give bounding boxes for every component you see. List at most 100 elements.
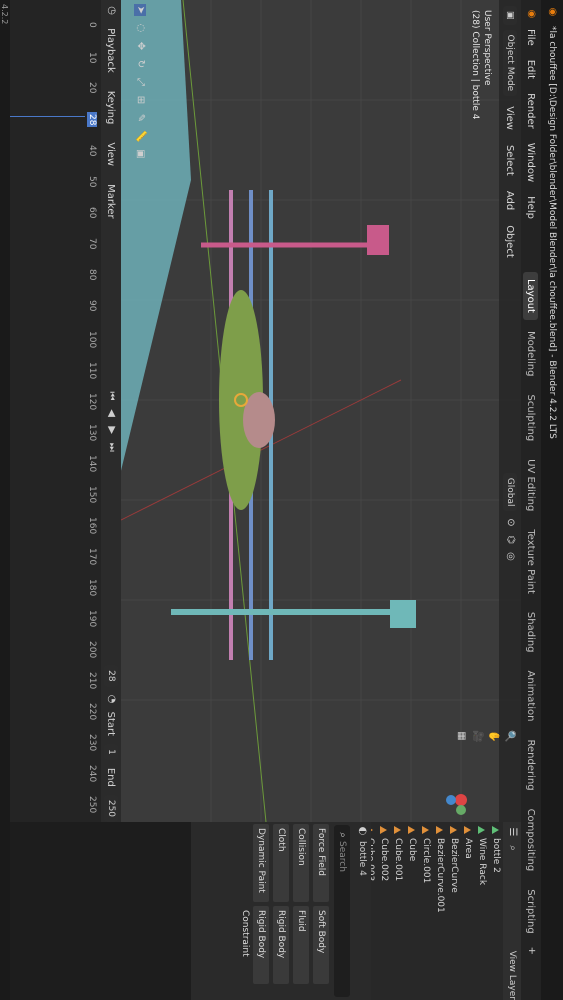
properties-search-input[interactable]: ⌕ Search — [334, 825, 350, 997]
tab-uv-editing[interactable]: UV Editing — [524, 452, 539, 518]
cursor-tool-icon[interactable]: ◌ — [134, 22, 146, 34]
pan-hand-icon[interactable]: ✋ — [487, 730, 499, 742]
tab-animation[interactable]: Animation — [524, 664, 539, 729]
outliner-item[interactable]: Area — [461, 822, 475, 1000]
physics-buttons: Force Field Soft Body Collision Fluid Cl… — [240, 822, 331, 992]
toolbar: ➤ ◌ ✥ ↻ ⤢ ⊞ ✎ 📏 ▣ — [134, 4, 146, 160]
tab-texture-paint[interactable]: Texture Paint — [524, 522, 539, 601]
dynamic-paint-button[interactable]: Dynamic Paint — [253, 824, 269, 902]
viewport-menu-view[interactable]: View — [504, 101, 517, 135]
camera-view-icon[interactable]: 🎥 — [471, 730, 483, 742]
menu-window[interactable]: Window — [525, 138, 538, 187]
collection-icon — [478, 826, 486, 834]
frame-tick: 140 — [87, 455, 97, 473]
frame-tick: 170 — [87, 548, 97, 566]
tab-compositing[interactable]: Compositing — [524, 802, 539, 879]
outliner-item[interactable]: Cube — [405, 822, 419, 1000]
outliner-search-icon[interactable]: ⌕ — [506, 842, 518, 854]
frame-tick: 210 — [87, 672, 97, 690]
select-tool-icon[interactable]: ➤ — [134, 4, 146, 16]
outliner-item[interactable]: Wine Rack — [475, 822, 489, 1000]
menu-render[interactable]: Render — [525, 88, 538, 134]
view-layer-label[interactable]: View Layer — [507, 951, 517, 1000]
perspective-toggle-icon[interactable]: ▦ — [455, 730, 467, 742]
frame-tick: 180 — [87, 579, 97, 597]
frame-tick: 250 — [87, 796, 97, 814]
play-icon[interactable]: ▶ — [105, 426, 117, 435]
viewport-menu-object[interactable]: Object — [504, 220, 517, 263]
viewport-menu-select[interactable]: Select — [504, 140, 517, 181]
jump-end-icon[interactable]: ⏭ — [105, 443, 117, 452]
frame-tick: 120 — [87, 393, 97, 411]
pivot-icon[interactable]: ⊙ — [504, 516, 516, 528]
start-label: Start — [105, 711, 117, 737]
outliner-item[interactable]: Cube.001 — [391, 822, 405, 1000]
scale-tool-icon[interactable]: ⤢ — [134, 76, 146, 88]
tab-sculpting[interactable]: Sculpting — [524, 387, 539, 448]
outliner-item[interactable]: BezierCurve — [447, 822, 461, 1000]
soft-body-button[interactable]: Soft Body — [313, 906, 329, 984]
playhead[interactable] — [0, 116, 85, 117]
collision-button[interactable]: Collision — [293, 824, 309, 902]
proportional-edit-icon[interactable]: ◎ — [504, 550, 516, 562]
annotate-tool-icon[interactable]: ✎ — [134, 112, 146, 124]
move-tool-icon[interactable]: ✥ — [134, 40, 146, 52]
current-frame-tick[interactable]: 28 — [87, 112, 97, 128]
outliner-item[interactable]: bottle 2 — [489, 822, 503, 1000]
navigation-gizmo[interactable] — [438, 780, 481, 820]
transform-orientation-dropdown[interactable]: Global — [503, 472, 517, 512]
jump-start-icon[interactable]: ⏮ — [105, 391, 117, 400]
outliner-panel: ☰ ⌕ View Layer bottle 2 Wine Rack Area B… — [365, 822, 521, 1000]
3d-viewport[interactable]: ▣ Object Mode View Select Add Object Glo… — [121, 0, 521, 822]
tab-modeling[interactable]: Modeling — [524, 324, 539, 384]
start-frame-field[interactable]: 1 — [104, 744, 118, 760]
menu-edit[interactable]: Edit — [525, 55, 538, 84]
timeline-menu-view[interactable]: View — [105, 137, 118, 171]
current-frame-field[interactable]: 28 — [104, 665, 118, 687]
measure-tool-icon[interactable]: 📏 — [134, 130, 146, 142]
snap-icon[interactable]: ⌬ — [504, 533, 516, 545]
menu-file[interactable]: File — [525, 24, 538, 51]
outliner-item[interactable]: Cube.002 — [377, 822, 391, 1000]
object-mode-dropdown[interactable]: Object Mode — [503, 29, 517, 97]
frame-tick: 60 — [87, 207, 97, 219]
active-object-label: (28) Collection | bottle 4 — [470, 10, 480, 120]
frame-tick: 40 — [87, 145, 97, 157]
frame-tick: 240 — [87, 765, 97, 783]
blender-logo-icon: ◉ — [547, 7, 558, 17]
tab-rendering[interactable]: Rendering — [524, 732, 539, 797]
stopwatch-icon[interactable]: ◔ — [105, 695, 117, 704]
play-reverse-icon[interactable]: ◀ — [105, 409, 117, 418]
fluid-button[interactable]: Fluid — [293, 906, 309, 984]
zoom-icon[interactable]: 🔍 — [503, 730, 515, 742]
menu-help[interactable]: Help — [525, 191, 538, 224]
physics-icon[interactable]: ◐ — [356, 825, 368, 837]
properties-panel: ◐ bottle 4 ⌕ Search Force Field Soft Bod… — [191, 822, 371, 1000]
cloth-button[interactable]: Cloth — [273, 824, 289, 902]
add-workspace-icon[interactable]: + — [525, 945, 537, 957]
top-menu-bar: ◉ File Edit Render Window Help Layout Mo… — [521, 0, 541, 1000]
timeline-editor-icon[interactable]: ◷ — [105, 6, 117, 15]
outliner-item[interactable]: BezierCurve.001 — [433, 822, 447, 1000]
outliner-item[interactable]: Circle.001 — [419, 822, 433, 1000]
rigid-body-button[interactable]: Rigid Body — [273, 906, 289, 984]
timeline-menu-marker[interactable]: Marker — [105, 179, 118, 224]
end-frame-field[interactable]: 250 — [104, 794, 118, 823]
add-cube-tool-icon[interactable]: ▣ — [134, 148, 146, 160]
rotate-tool-icon[interactable]: ↻ — [134, 58, 146, 70]
transform-tool-icon[interactable]: ⊞ — [134, 94, 146, 106]
timeline-menu-playback[interactable]: Playback — [105, 23, 118, 78]
tab-shading[interactable]: Shading — [524, 605, 539, 660]
tab-scripting[interactable]: Scripting — [524, 882, 539, 940]
viewport-menu-add[interactable]: Add — [504, 186, 517, 215]
rigid-body-constraint-button[interactable]: Rigid Body Constraint — [240, 906, 269, 984]
blender-menu-icon[interactable]: ◉ — [525, 8, 537, 20]
outliner-editor-icon[interactable]: ☰ — [506, 826, 518, 838]
view-controls: 🔍 ✋ 🎥 ▦ — [455, 730, 515, 742]
timeline-menu-keying[interactable]: Keying — [105, 86, 118, 130]
editor-type-button[interactable]: ▣ — [503, 6, 517, 25]
force-field-button[interactable]: Force Field — [313, 824, 329, 902]
mesh-icon — [380, 826, 388, 834]
frame-tick: 220 — [87, 703, 97, 721]
tab-layout[interactable]: Layout — [523, 271, 539, 320]
